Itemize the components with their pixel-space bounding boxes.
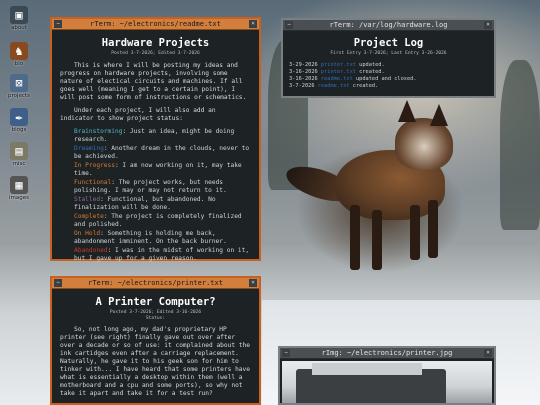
computer-icon: ▣ [10,6,28,24]
window-titlebar[interactable]: − rTerm: /var/log/hardware.log × [283,20,494,31]
desktop-icon-label: about [11,25,27,31]
desktop-icon-label: bio [14,61,24,67]
status-label: Status: [145,315,166,321]
status-name: Functional [74,178,112,186]
desktop-icon-label: images [9,195,29,201]
desktop-icon-images[interactable]: ▦ images [4,176,34,201]
status-item: Dreaming: Another dream in the clouds, n… [74,145,251,161]
log-action: updated. [355,61,385,68]
window-title: rImg: ~/electronics/printer.jpg [321,349,453,357]
log-action: created. [349,82,379,89]
log-action: updated and closed. [352,75,417,82]
desktop-icon-projects[interactable]: ⊠ projects [4,74,34,99]
status-item: Brainstorming: Just an idea, might be do… [74,128,251,144]
log-file-link[interactable]: printer.txt [321,69,356,75]
minimize-button[interactable]: − [285,21,293,29]
background-tree [500,60,540,230]
fox-leg [428,200,438,258]
log-entry: 3-16-2026 printer.txt created. [289,69,488,76]
printer-image-window[interactable]: − rImg: ~/electronics/printer.jpg × [278,346,496,405]
minimize-button[interactable]: − [282,349,290,357]
fox-leg [410,205,420,260]
window-content: Project Log First Entry 3-7-2026; Last E… [283,31,494,93]
close-button[interactable]: × [484,349,492,357]
status-item: In Progress: I am now working on it, may… [74,162,251,178]
status-name: Abandoned [74,246,108,254]
status-list: Brainstorming: Just an idea, might be do… [74,128,251,263]
desktop-icon-label: blogs [11,127,27,133]
window-title: rTerm: /var/log/hardware.log [329,21,448,29]
status-item: Functional: The project works, but needs… [74,179,251,195]
log-date: 3-29-2026 [289,61,321,68]
body-paragraph: So, not long ago, my dad's proprietary H… [60,326,250,397]
fox-leg [372,210,382,270]
log-file-link[interactable]: printer.txt [321,62,356,68]
minimize-button[interactable]: − [54,279,62,287]
page-title: A Printer Computer? [95,296,216,308]
window-titlebar[interactable]: − rImg: ~/electronics/printer.jpg × [280,348,494,359]
page-title: Project Log [353,37,424,49]
minimize-button[interactable]: − [54,20,62,28]
window-title: rTerm: ~/electronics/printer.txt [88,279,223,287]
post-meta: Posted 3-7-2026; Edited 3-7-2026 [111,51,200,56]
desktop-icon-about[interactable]: ▣ about [4,6,34,31]
window-title: rTerm: ~/electronics/readme.txt [90,20,221,28]
hardware-log-window[interactable]: − rTerm: /var/log/hardware.log × Project… [281,18,496,98]
log-list: 3-29-2026 printer.txt updated. 3-16-2026 … [289,62,488,90]
fox-ear [430,104,448,126]
desktop-icon-label: projects [8,93,30,99]
status-name: Stalled [74,195,101,203]
desktop-icon-misc[interactable]: ▤ misc [4,142,34,167]
desktop-icon-bio[interactable]: ♞ bio [4,42,34,67]
window-titlebar[interactable]: − rTerm: ~/electronics/readme.txt × [52,19,259,30]
log-entry: 3-16-2026 readme.txt updated and closed. [289,76,488,83]
indicator-intro: Under each project, I will also add an i… [60,106,216,122]
log-date: 3-7-2026 [289,82,318,89]
status-name: In Progress [74,161,115,169]
log-action: created. [355,68,385,75]
log-file-link[interactable]: readme.txt [318,83,350,89]
intro-paragraph: This is where I will be posting my ideas… [60,61,247,101]
close-button[interactable]: × [484,21,492,29]
log-date: 3-16-2026 [289,68,321,75]
log-entry: 3-7-2026 readme.txt created. [289,83,488,90]
status-name: Dreaming [74,144,104,152]
readme-window[interactable]: − rTerm: ~/electronics/readme.txt × Hard… [50,17,261,262]
desktop-icon-blogs[interactable]: ✒ blogs [4,108,34,133]
fox-leg [350,205,360,270]
window-titlebar[interactable]: − rTerm: ~/electronics/printer.txt × [52,278,259,289]
status-name: On Hold [74,229,101,237]
desktop-icon-label: misc [12,161,26,167]
folder-icon: ▤ [10,142,28,160]
close-button[interactable]: × [249,20,257,28]
page-title: Hardware Projects [101,37,210,49]
printer-photo [282,361,492,403]
quill-icon: ✒ [10,108,28,126]
image-icon: ▦ [10,176,28,194]
window-content: A Printer Computer? Posted 3-7-2026; Edi… [52,289,259,402]
printer-txt-window[interactable]: − rTerm: ~/electronics/printer.txt × A P… [50,276,261,405]
log-date: 3-16-2026 [289,75,321,82]
status-item: On Hold: Something is holding me back, a… [74,230,251,246]
log-file-link[interactable]: readme.txt [321,76,353,82]
window-content: Hardware Projects Posted 3-7-2026; Edite… [52,30,259,268]
printer-tray [312,363,422,375]
close-button[interactable]: × [249,279,257,287]
fox-ear [398,100,416,122]
status-name: Complete [74,212,104,220]
log-meta: First Entry 3-7-2026; Last Entry 3-26-20… [330,51,447,56]
status-item: Stalled: Functional, but abandoned. No f… [74,196,251,212]
circuit-icon: ⊠ [10,74,28,92]
log-entry: 3-29-2026 printer.txt updated. [289,62,488,69]
status-item: Complete: The project is completely fina… [74,213,251,229]
fox-icon: ♞ [10,42,28,60]
status-item: Abandoned: I was in the midst of working… [74,247,251,263]
status-name: Brainstorming [74,127,123,135]
